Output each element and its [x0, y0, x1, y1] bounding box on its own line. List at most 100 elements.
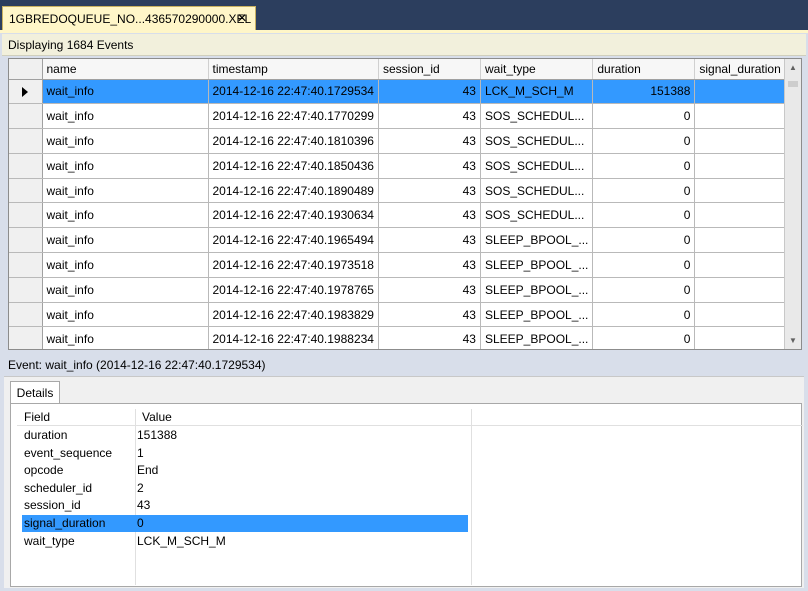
- column-header-name[interactable]: name: [42, 59, 209, 80]
- cell-timestamp[interactable]: 2014-12-16 22:47:40.1850436: [208, 153, 379, 179]
- cell-signal-duration[interactable]: 0: [694, 277, 798, 303]
- cell-wait-type[interactable]: SLEEP_BPOOL_...: [480, 302, 594, 328]
- table-row[interactable]: wait_info 2014-12-16 22:47:40.1890489 43 SO…: [9, 178, 798, 204]
- table-row[interactable]: wait_info 2014-12-16 22:47:40.1973518 43 SL…: [9, 252, 798, 278]
- grid-vertical-scrollbar[interactable]: ▲ ▼: [784, 59, 801, 349]
- table-row[interactable]: wait_info 2014-12-16 22:47:40.1983829 43 SL…: [9, 302, 798, 328]
- cell-signal-duration[interactable]: 0: [694, 178, 798, 204]
- table-row[interactable]: wait_info 2014-12-16 22:47:40.1850436 43 SO…: [9, 153, 798, 179]
- column-header-duration[interactable]: duration: [592, 59, 696, 80]
- cell-duration[interactable]: 0: [592, 202, 696, 229]
- grid-corner[interactable]: [9, 59, 43, 80]
- cell-timestamp[interactable]: 2014-12-16 22:47:40.1978765: [208, 277, 379, 303]
- cell-session-id[interactable]: 43: [378, 103, 481, 130]
- cell-name[interactable]: wait_info: [42, 302, 209, 328]
- cell-duration[interactable]: 0: [592, 326, 696, 349]
- table-row[interactable]: wait_info 2014-12-16 22:47:40.1770299 43 SO…: [9, 103, 798, 130]
- cell-duration[interactable]: 0: [592, 227, 696, 254]
- row-header[interactable]: [9, 103, 43, 130]
- cell-signal-duration[interactable]: 0: [694, 302, 798, 328]
- table-row[interactable]: wait_info 2014-12-16 22:47:40.1930634 43 SO…: [9, 202, 798, 229]
- cell-signal-duration[interactable]: 0: [694, 153, 798, 179]
- cell-wait-type[interactable]: SLEEP_BPOOL_...: [480, 277, 594, 303]
- cell-session-id[interactable]: 43: [378, 277, 481, 303]
- cell-name[interactable]: wait_info: [42, 227, 209, 254]
- row-header[interactable]: [9, 252, 43, 278]
- cell-timestamp[interactable]: 2014-12-16 22:47:40.1810396: [208, 128, 379, 154]
- cell-wait-type[interactable]: SOS_SCHEDUL...: [480, 103, 594, 130]
- cell-duration[interactable]: 151388: [592, 79, 696, 105]
- scroll-thumb[interactable]: [788, 81, 798, 87]
- details-row[interactable]: session_id 43: [22, 497, 468, 514]
- cell-session-id[interactable]: 43: [378, 178, 481, 204]
- row-header[interactable]: [9, 79, 43, 105]
- details-row[interactable]: wait_type LCK_M_SCH_M: [22, 533, 468, 550]
- cell-session-id[interactable]: 43: [378, 227, 481, 254]
- cell-signal-duration[interactable]: 0: [694, 326, 798, 349]
- cell-signal-duration[interactable]: 0: [694, 202, 798, 229]
- table-row[interactable]: wait_info 2014-12-16 22:47:40.1978765 43 SL…: [9, 277, 798, 303]
- tab-details[interactable]: Details: [10, 381, 60, 403]
- row-header[interactable]: [9, 302, 43, 328]
- column-header-timestamp[interactable]: timestamp: [208, 59, 379, 80]
- cell-wait-type[interactable]: SOS_SCHEDUL...: [480, 178, 594, 204]
- cell-wait-type[interactable]: SLEEP_BPOOL_...: [480, 252, 594, 278]
- cell-name[interactable]: wait_info: [42, 153, 209, 179]
- cell-name[interactable]: wait_info: [42, 128, 209, 154]
- cell-timestamp[interactable]: 2014-12-16 22:47:40.1770299: [208, 103, 379, 130]
- column-header-session-id[interactable]: session_id: [378, 59, 481, 80]
- details-row[interactable]: duration 151388: [22, 427, 468, 444]
- document-tab[interactable]: 1GBREDOQUEUE_NO...436570290000.XEL ✕: [2, 6, 256, 30]
- cell-session-id[interactable]: 43: [378, 302, 481, 328]
- cell-session-id[interactable]: 43: [378, 79, 481, 105]
- cell-name[interactable]: wait_info: [42, 252, 209, 278]
- cell-duration[interactable]: 0: [592, 128, 696, 154]
- cell-session-id[interactable]: 43: [378, 202, 481, 229]
- details-header-value[interactable]: Value: [142, 410, 172, 424]
- cell-signal-duration[interactable]: 0: [694, 252, 798, 278]
- cell-timestamp[interactable]: 2014-12-16 22:47:40.1973518: [208, 252, 379, 278]
- cell-timestamp[interactable]: 2014-12-16 22:47:40.1965494: [208, 227, 379, 254]
- cell-name[interactable]: wait_info: [42, 326, 209, 349]
- cell-duration[interactable]: 0: [592, 252, 696, 278]
- cell-wait-type[interactable]: SLEEP_BPOOL_...: [480, 326, 594, 349]
- cell-name[interactable]: wait_info: [42, 202, 209, 229]
- cell-wait-type[interactable]: SLEEP_BPOOL_...: [480, 227, 594, 254]
- cell-duration[interactable]: 0: [592, 153, 696, 179]
- cell-duration[interactable]: 0: [592, 302, 696, 328]
- row-header[interactable]: [9, 202, 43, 229]
- row-header[interactable]: [9, 326, 43, 349]
- row-header[interactable]: [9, 153, 43, 179]
- cell-name[interactable]: wait_info: [42, 103, 209, 130]
- cell-duration[interactable]: 0: [592, 277, 696, 303]
- cell-duration[interactable]: 0: [592, 178, 696, 204]
- row-header[interactable]: [9, 178, 43, 204]
- row-header[interactable]: [9, 227, 43, 254]
- cell-wait-type[interactable]: SOS_SCHEDUL...: [480, 153, 594, 179]
- table-row[interactable]: wait_info 2014-12-16 22:47:40.1729534 43 LC…: [9, 79, 798, 105]
- cell-signal-duration[interactable]: 0: [694, 103, 798, 130]
- details-row[interactable]: event_sequence 1: [22, 445, 468, 462]
- details-row[interactable]: signal_duration 0: [22, 515, 468, 532]
- cell-session-id[interactable]: 43: [378, 153, 481, 179]
- table-row[interactable]: wait_info 2014-12-16 22:47:40.1965494 43 SL…: [9, 227, 798, 254]
- row-header[interactable]: [9, 128, 43, 154]
- cell-signal-duration[interactable]: 0: [694, 79, 798, 105]
- cell-timestamp[interactable]: 2014-12-16 22:47:40.1930634: [208, 202, 379, 229]
- cell-session-id[interactable]: 43: [378, 252, 481, 278]
- details-row[interactable]: scheduler_id 2: [22, 480, 468, 497]
- scroll-up-icon[interactable]: ▲: [785, 59, 801, 76]
- column-header-wait-type[interactable]: wait_type: [480, 59, 594, 80]
- details-row[interactable]: opcode End: [22, 462, 468, 479]
- table-row[interactable]: wait_info 2014-12-16 22:47:40.1988234 43 SL…: [9, 326, 798, 349]
- cell-name[interactable]: wait_info: [42, 79, 209, 105]
- table-row[interactable]: wait_info 2014-12-16 22:47:40.1810396 43 SO…: [9, 128, 798, 154]
- cell-wait-type[interactable]: SOS_SCHEDUL...: [480, 202, 594, 229]
- column-header-signal-duration[interactable]: signal_duration: [694, 59, 798, 80]
- cell-duration[interactable]: 0: [592, 103, 696, 130]
- cell-signal-duration[interactable]: 0: [694, 128, 798, 154]
- cell-timestamp[interactable]: 2014-12-16 22:47:40.1729534: [208, 79, 379, 105]
- cell-signal-duration[interactable]: 0: [694, 227, 798, 254]
- close-icon[interactable]: ✕: [237, 11, 247, 25]
- cell-session-id[interactable]: 43: [378, 128, 481, 154]
